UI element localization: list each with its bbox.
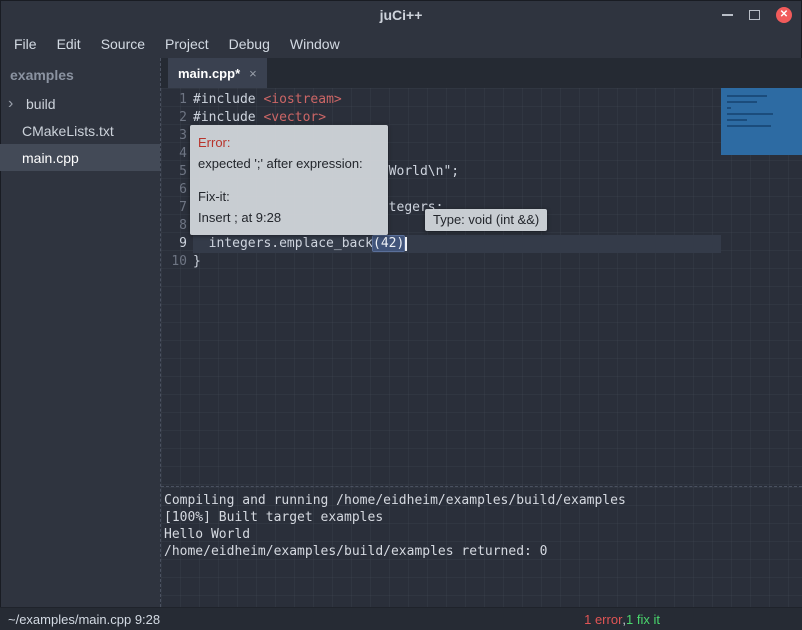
terminal-output[interactable]: Compiling and running /home/eidheim/exam… xyxy=(161,486,802,607)
status-diagnostics[interactable]: 1 error , 1 fix it xyxy=(584,608,660,630)
menu-source[interactable]: Source xyxy=(91,32,155,56)
close-icon: ✕ xyxy=(780,10,788,20)
line-number: 8 xyxy=(161,217,187,235)
terminal-line: Hello World xyxy=(164,526,802,543)
line-number: 9 xyxy=(161,235,187,253)
menu-window[interactable]: Window xyxy=(280,32,350,56)
tooltip-gap xyxy=(198,174,380,186)
code-token: #include xyxy=(193,92,263,107)
status-fixit-count[interactable]: 1 fix it xyxy=(626,612,660,627)
terminal-line: [100%] Built target examples xyxy=(164,509,802,526)
code-editor[interactable]: 12345678910 #include <iostream>#include … xyxy=(161,88,802,486)
sidebar: examples ›build CMakeLists.txt main.cpp xyxy=(0,58,160,607)
type-tooltip: Type: void (int &&) xyxy=(425,209,547,231)
tooltip-error-message: expected ';' after expression: xyxy=(198,153,380,174)
restore-icon[interactable] xyxy=(749,10,760,20)
tree-item-label: build xyxy=(26,96,56,112)
menu-debug[interactable]: Debug xyxy=(219,32,280,56)
tabbar: main.cpp* × xyxy=(161,58,802,88)
menu-project[interactable]: Project xyxy=(155,32,219,56)
code-token: <vector> xyxy=(263,110,326,125)
tree-item-cmakelists.txt[interactable]: CMakeLists.txt xyxy=(0,117,160,144)
minimap-line xyxy=(727,101,757,103)
code-line-9[interactable]: integers.emplace_back(42) xyxy=(193,235,721,253)
line-number: 4 xyxy=(161,145,187,163)
tab-label: main.cpp* xyxy=(178,66,240,81)
status-location: ~/examples/main.cpp 9:28 xyxy=(8,612,160,627)
diagnostic-tooltip: Error: expected ';' after expression: Fi… xyxy=(190,125,388,235)
file-tree: ›build CMakeLists.txt main.cpp xyxy=(0,90,160,171)
chevron-right-icon[interactable]: › xyxy=(8,96,22,112)
code-token: } xyxy=(193,254,201,269)
tree-item-label: CMakeLists.txt xyxy=(22,123,114,139)
project-name: examples xyxy=(0,58,160,90)
line-number: 7 xyxy=(161,199,187,217)
tree-item-main.cpp[interactable]: main.cpp xyxy=(0,144,160,171)
tab-close-icon[interactable]: × xyxy=(249,66,257,81)
tooltip-fixit-text: Insert ; at 9:28 xyxy=(198,207,380,228)
menubar: FileEditSourceProjectDebugWindow xyxy=(0,30,802,58)
tree-item-build[interactable]: ›build xyxy=(0,90,160,117)
minimap-line xyxy=(727,119,747,121)
text-cursor xyxy=(405,237,407,251)
line-number: 6 xyxy=(161,181,187,199)
minimap-line xyxy=(727,113,773,115)
statusbar: ~/examples/main.cpp 9:28 1 error , 1 fix… xyxy=(0,607,802,630)
tab-main-cpp[interactable]: main.cpp* × xyxy=(168,58,267,88)
tooltip-fixit-title: Fix-it: xyxy=(198,186,380,207)
tooltip-error-title: Error: xyxy=(198,132,380,153)
menu-edit[interactable]: Edit xyxy=(47,32,91,56)
code-token: #include xyxy=(193,110,263,125)
code-token: <iostream> xyxy=(263,92,341,107)
line-number: 3 xyxy=(161,127,187,145)
code-line-10[interactable]: } xyxy=(193,253,721,271)
code-line-1[interactable]: #include <iostream> xyxy=(193,91,721,109)
menu-file[interactable]: File xyxy=(4,32,47,56)
line-number: 2 xyxy=(161,109,187,127)
minimize-icon[interactable] xyxy=(722,14,733,16)
content: examples ›build CMakeLists.txt main.cpp ma… xyxy=(0,58,802,607)
line-number: 10 xyxy=(161,253,187,271)
close-button[interactable]: ✕ xyxy=(776,7,792,23)
tree-item-label: main.cpp xyxy=(22,150,79,166)
minimap-line xyxy=(727,95,767,97)
main-pane: main.cpp* × 12345678910 #include <iostre… xyxy=(160,58,802,607)
line-number: 5 xyxy=(161,163,187,181)
minimap[interactable] xyxy=(721,88,802,486)
code-token: integers.emplace_back xyxy=(193,236,373,251)
code-token: (42) xyxy=(373,236,404,251)
window-controls: ✕ xyxy=(722,0,792,30)
terminal-line: Compiling and running /home/eidheim/exam… xyxy=(164,492,802,509)
titlebar[interactable]: juCi++ ✕ xyxy=(0,0,802,30)
line-number: 1 xyxy=(161,91,187,109)
minimap-line xyxy=(727,107,731,109)
minimap-slider[interactable] xyxy=(721,88,802,155)
window-title: juCi++ xyxy=(380,7,423,23)
status-error-count[interactable]: 1 error xyxy=(584,612,622,627)
gutter: 12345678910 xyxy=(161,91,187,271)
minimap-line xyxy=(727,125,771,127)
terminal-line: /home/eidheim/examples/build/examples re… xyxy=(164,543,802,560)
